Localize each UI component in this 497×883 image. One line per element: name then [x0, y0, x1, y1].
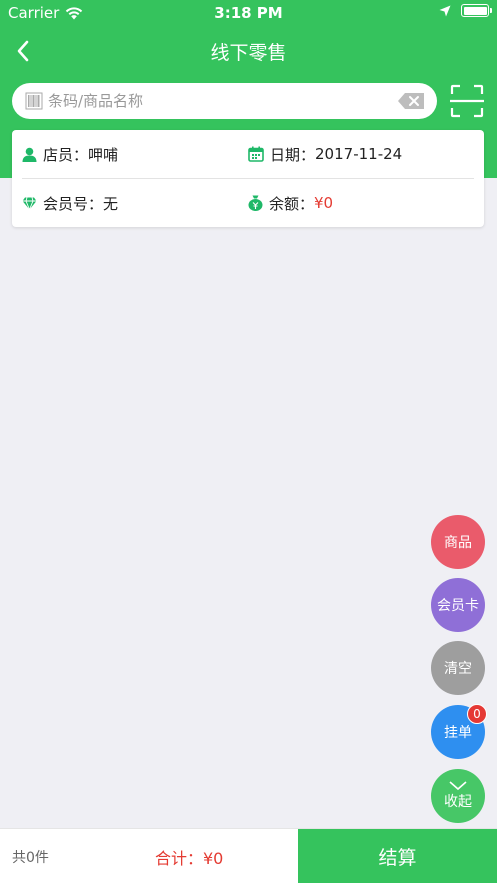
page-title: 线下零售	[210, 42, 287, 64]
bottom-bar: 共0件 合计：¥0 结算	[0, 828, 497, 883]
calendar-icon	[248, 146, 264, 162]
member-card-button[interactable]: 会员卡	[431, 578, 485, 632]
collapse-button-label: 收起	[444, 794, 472, 810]
battery-icon	[461, 4, 492, 17]
goods-button-label: 商品	[444, 535, 472, 551]
hold-order-button-label: 挂单	[444, 725, 472, 741]
clear-input-icon[interactable]	[398, 93, 424, 109]
status-time: 3:18 PM	[214, 4, 283, 22]
barcode-icon	[25, 92, 43, 110]
balance-value: ¥0	[314, 194, 334, 212]
hold-count-badge: 0	[467, 704, 487, 724]
collapse-button[interactable]: 收起	[431, 769, 485, 823]
date-label: 日期：	[270, 145, 316, 164]
location-arrow-icon	[439, 5, 451, 16]
member-card-button-label: 会员卡	[437, 598, 479, 614]
date-value: 2017-11-24	[315, 145, 403, 163]
order-info-card: 店员： 呷哺 日期： 2017-11-24 会员号： 无 余额： ¥0	[12, 130, 484, 227]
status-bar: Carrier 3:18 PM	[0, 0, 497, 26]
diamond-icon	[22, 196, 37, 210]
checkout-button[interactable]: 结算	[298, 829, 497, 883]
scan-icon[interactable]	[450, 84, 484, 118]
chevron-down-icon	[449, 781, 467, 791]
clerk-label: 店员：	[43, 145, 89, 164]
item-count: 共0件	[12, 850, 49, 866]
balance-label: 余额：	[269, 194, 315, 213]
member-label: 会员号：	[43, 194, 104, 213]
order-total: 合计：¥0	[155, 849, 224, 868]
search-box[interactable]	[12, 83, 437, 119]
clerk-field: 店员： 呷哺	[22, 130, 118, 178]
member-field: 会员号： 无	[22, 179, 118, 227]
search-input[interactable]	[48, 83, 388, 119]
balance-field: 余额： ¥0	[248, 179, 333, 227]
date-field: 日期： 2017-11-24	[248, 130, 402, 178]
clear-button[interactable]: 清空	[431, 641, 485, 695]
clerk-value: 呷哺	[88, 145, 119, 164]
hold-order-button[interactable]: 挂单 0	[431, 704, 487, 759]
person-icon	[22, 147, 37, 162]
member-value: 无	[103, 194, 119, 213]
clear-button-label: 清空	[444, 661, 472, 677]
checkout-button-label: 结算	[378, 847, 417, 869]
money-bag-icon	[248, 195, 263, 211]
goods-button[interactable]: 商品	[431, 515, 485, 569]
